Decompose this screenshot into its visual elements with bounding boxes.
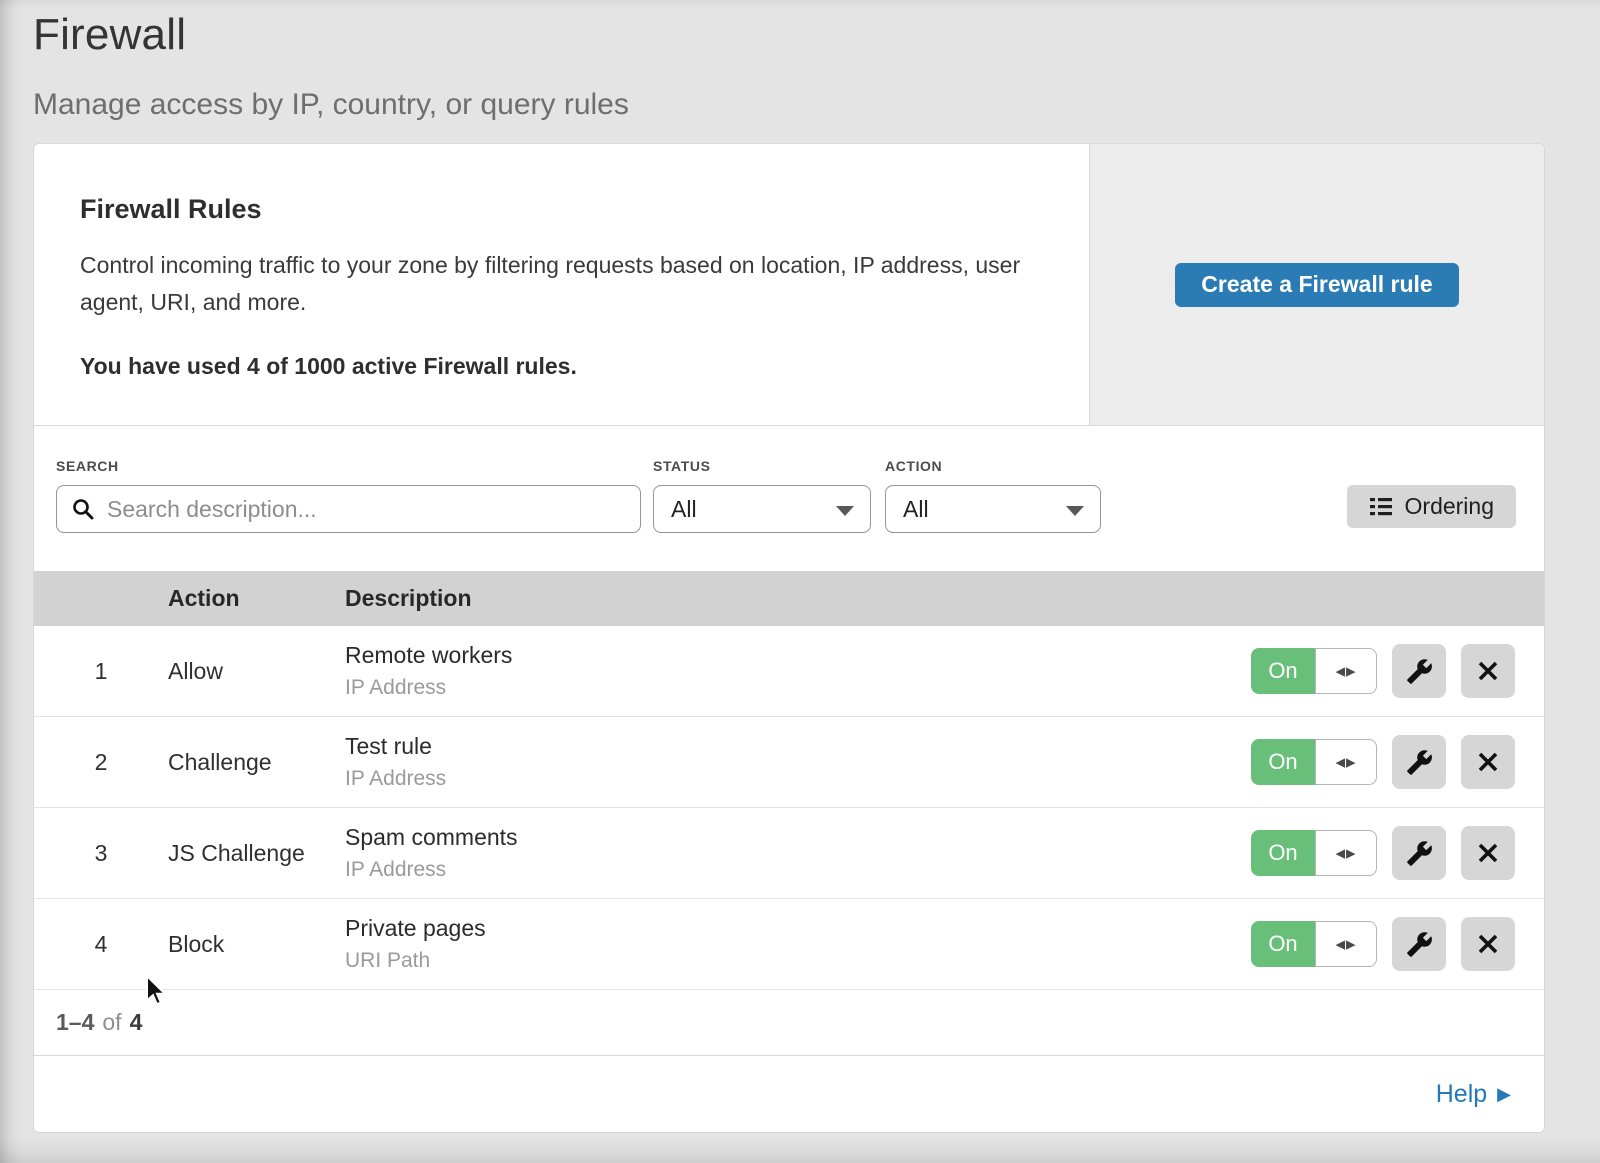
edit-rule-button[interactable]: [1392, 917, 1446, 971]
card-intro-text: Firewall Rules Control incoming traffic …: [34, 144, 1089, 425]
card-footer: Help ▶: [34, 1056, 1544, 1132]
table-row: 4 Block Private pages URI Path On ◂▸: [34, 899, 1544, 990]
rule-action: Allow: [168, 658, 345, 685]
column-header-description: Description: [345, 585, 1544, 612]
wrench-icon: [1406, 749, 1433, 776]
edit-rule-button[interactable]: [1392, 826, 1446, 880]
toggle-on-label: On: [1251, 648, 1315, 694]
ordering-button-label: Ordering: [1405, 493, 1494, 520]
toggle-on-label: On: [1251, 921, 1315, 967]
edit-rule-button[interactable]: [1392, 644, 1446, 698]
status-label: STATUS: [653, 458, 871, 474]
x-icon: [1476, 750, 1500, 774]
help-link-label: Help: [1436, 1080, 1487, 1109]
delete-rule-button[interactable]: [1461, 917, 1515, 971]
status-selected-value: All: [671, 496, 697, 523]
rule-description: Remote workers: [345, 642, 1251, 669]
wrench-icon: [1406, 658, 1433, 685]
toggle-on-label: On: [1251, 830, 1315, 876]
rules-description: Control incoming traffic to your zone by…: [80, 247, 1029, 321]
ordering-button[interactable]: Ordering: [1347, 485, 1516, 528]
pagination: 1–4 of 4: [34, 990, 1544, 1056]
pagination-range: 1–4: [56, 1009, 94, 1036]
wrench-icon: [1406, 840, 1433, 867]
edit-rule-button[interactable]: [1392, 735, 1446, 789]
search-input[interactable]: [56, 485, 641, 533]
status-dropdown[interactable]: All: [653, 485, 871, 533]
rule-match-type: URI Path: [345, 949, 1251, 973]
rule-description: Spam comments: [345, 824, 1251, 851]
pagination-total: 4: [130, 1009, 143, 1036]
page-subtitle: Manage access by IP, country, or query r…: [33, 88, 1567, 122]
table-row: 2 Challenge Test rule IP Address On ◂▸: [34, 717, 1544, 808]
search-group: SEARCH: [56, 458, 641, 533]
pagination-of-label: of: [102, 1009, 121, 1036]
arrow-right-icon: ▶: [1497, 1085, 1511, 1103]
rule-action: Challenge: [168, 749, 345, 776]
rule-match-type: IP Address: [345, 858, 1251, 882]
rule-enabled-toggle[interactable]: On ◂▸: [1251, 830, 1377, 876]
create-firewall-rule-button[interactable]: Create a Firewall rule: [1175, 263, 1458, 307]
status-group: STATUS All: [653, 458, 871, 533]
create-rule-panel: Create a Firewall rule: [1089, 144, 1544, 425]
rule-match-type: IP Address: [345, 676, 1251, 700]
x-icon: [1476, 659, 1500, 683]
filter-bar: SEARCH STATUS All ACTION All: [34, 426, 1544, 571]
x-icon: [1476, 841, 1500, 865]
toggle-arrows-icon[interactable]: ◂▸: [1315, 830, 1377, 876]
toggle-arrows-icon[interactable]: ◂▸: [1315, 921, 1377, 967]
rules-usage-note: You have used 4 of 1000 active Firewall …: [80, 353, 1029, 380]
delete-rule-button[interactable]: [1461, 826, 1515, 880]
chevron-down-icon: [1066, 506, 1084, 516]
rule-description: Private pages: [345, 915, 1251, 942]
action-label: ACTION: [885, 458, 1101, 474]
card-intro-section: Firewall Rules Control incoming traffic …: [34, 144, 1544, 426]
table-row: 1 Allow Remote workers IP Address On ◂▸: [34, 626, 1544, 717]
rule-priority: 1: [34, 658, 168, 685]
firewall-rules-card: Firewall Rules Control incoming traffic …: [33, 143, 1545, 1133]
rules-heading: Firewall Rules: [80, 194, 1029, 225]
search-icon: [71, 497, 95, 521]
action-selected-value: All: [903, 496, 929, 523]
rule-description: Test rule: [345, 733, 1251, 760]
chevron-down-icon: [836, 506, 854, 516]
ordered-list-icon: [1369, 496, 1393, 518]
wrench-icon: [1406, 931, 1433, 958]
table-body: 1 Allow Remote workers IP Address On ◂▸: [34, 626, 1544, 990]
delete-rule-button[interactable]: [1461, 644, 1515, 698]
rule-priority: 2: [34, 749, 168, 776]
page-header: Firewall Manage access by IP, country, o…: [0, 0, 1600, 122]
rule-match-type: IP Address: [345, 767, 1251, 791]
action-group: ACTION All: [885, 458, 1101, 533]
page-title: Firewall: [33, 10, 1567, 60]
rule-enabled-toggle[interactable]: On ◂▸: [1251, 921, 1377, 967]
rule-action: JS Challenge: [168, 840, 345, 867]
toggle-arrows-icon[interactable]: ◂▸: [1315, 739, 1377, 785]
toggle-on-label: On: [1251, 739, 1315, 785]
delete-rule-button[interactable]: [1461, 735, 1515, 789]
rule-priority: 4: [34, 931, 168, 958]
column-header-action: Action: [168, 585, 345, 612]
x-icon: [1476, 932, 1500, 956]
help-link[interactable]: Help ▶: [1436, 1080, 1511, 1109]
rule-enabled-toggle[interactable]: On ◂▸: [1251, 648, 1377, 694]
rule-priority: 3: [34, 840, 168, 867]
table-header: Action Description: [34, 571, 1544, 626]
toggle-arrows-icon[interactable]: ◂▸: [1315, 648, 1377, 694]
table-row: 3 JS Challenge Spam comments IP Address …: [34, 808, 1544, 899]
action-dropdown[interactable]: All: [885, 485, 1101, 533]
rule-enabled-toggle[interactable]: On ◂▸: [1251, 739, 1377, 785]
rule-action: Block: [168, 931, 345, 958]
search-label: SEARCH: [56, 458, 641, 474]
